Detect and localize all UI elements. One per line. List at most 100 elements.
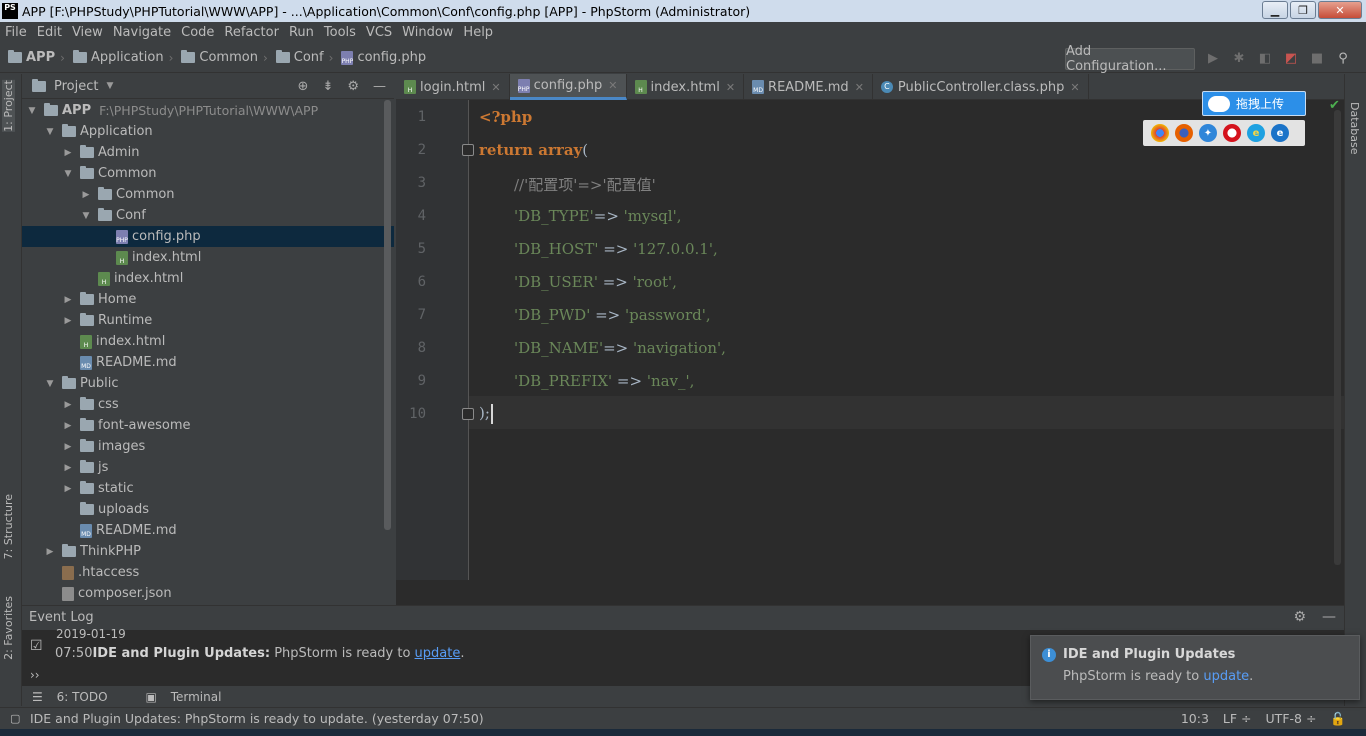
file-encoding[interactable]: UTF-8 ÷	[1266, 711, 1317, 727]
project-tool-tab[interactable]: 1: Project	[2, 80, 15, 132]
menu-refactor[interactable]: Refactor	[219, 25, 284, 40]
fold-marker-icon[interactable]	[462, 144, 474, 156]
chrome-icon[interactable]	[1151, 124, 1169, 142]
add-configuration-button[interactable]: Add Configuration...	[1065, 44, 1195, 74]
close-tab-icon[interactable]: ✕	[1070, 81, 1079, 94]
terminal-tab[interactable]: ▣ Terminal	[146, 690, 236, 704]
more-icon[interactable]: ››	[30, 668, 40, 682]
close-tab-icon[interactable]: ✕	[726, 81, 735, 94]
toggle-tool-windows-icon[interactable]: ▢	[10, 712, 20, 725]
tree-item-conf[interactable]: ▼ Conf	[22, 205, 394, 226]
close-tab-icon[interactable]: ✕	[855, 81, 864, 94]
gear-icon[interactable]: ⚙	[347, 79, 359, 94]
run-icon[interactable]: ▶	[1205, 50, 1221, 66]
mark-read-icon[interactable]: ☑	[30, 638, 43, 654]
tab-index-html[interactable]: Hindex.html ✕	[627, 74, 745, 100]
tree-item-home[interactable]: ▶ Home	[22, 289, 394, 310]
minimize-button[interactable]: ▁	[1262, 1, 1288, 19]
close-button[interactable]: ✕	[1318, 1, 1362, 19]
project-scrollbar[interactable]	[384, 100, 391, 530]
tree-item-common-index-html[interactable]: Hindex.html	[22, 268, 394, 289]
tree-item-css[interactable]: ▶ css	[22, 394, 394, 415]
tree-item-runtime[interactable]: ▶ Runtime	[22, 310, 394, 331]
menu-file[interactable]: File	[0, 25, 32, 40]
menu-edit[interactable]: Edit	[32, 25, 67, 40]
favorites-tool-tab[interactable]: 2: Favorites	[2, 596, 15, 660]
notification-balloon[interactable]: i IDE and Plugin Updates PhpStorm is rea…	[1030, 635, 1360, 700]
menu-tools[interactable]: Tools	[319, 25, 361, 40]
debug-icon[interactable]: ✱	[1231, 50, 1247, 66]
tree-item-application-readme[interactable]: MD README.md	[22, 352, 394, 373]
breadcrumb-common[interactable]: Common ›	[181, 50, 268, 65]
folder-icon	[80, 145, 94, 158]
tree-item-js[interactable]: ▶ js	[22, 457, 394, 478]
line-number: 2	[417, 142, 426, 158]
tree-item-public-readme[interactable]: MD README.md	[22, 520, 394, 541]
menu-help[interactable]: Help	[458, 25, 498, 40]
tree-item-common-sub[interactable]: ▶ Common	[22, 184, 394, 205]
breadcrumb-app[interactable]: APP ›	[8, 50, 65, 65]
menu-vcs[interactable]: VCS	[361, 25, 397, 40]
coverage-icon[interactable]: ◧	[1257, 50, 1273, 66]
gear-icon[interactable]: ⚙	[1293, 609, 1306, 625]
tree-item-font-awesome[interactable]: ▶ font-awesome	[22, 415, 394, 436]
update-link[interactable]: update	[1203, 669, 1249, 684]
tree-item-public[interactable]: ▼ Public	[22, 373, 394, 394]
stop-icon[interactable]: ■	[1309, 50, 1325, 66]
structure-tool-tab[interactable]: 7: Structure	[2, 494, 15, 559]
code-editor[interactable]: 1 2 3 4 5 6 7 8 9 10 <?php return array(…	[396, 100, 1344, 605]
search-everywhere-icon[interactable]: ⚲	[1335, 50, 1351, 66]
tree-item-common[interactable]: ▼ Common	[22, 163, 394, 184]
tree-item-images[interactable]: ▶ images	[22, 436, 394, 457]
menu-window[interactable]: Window	[397, 25, 458, 40]
php-file-icon: PHP	[517, 78, 530, 93]
tab-publiccontroller[interactable]: C PublicController.class.php ✕	[873, 74, 1089, 100]
breadcrumb-application[interactable]: Application ›	[72, 50, 173, 65]
tree-item-uploads[interactable]: uploads	[22, 499, 394, 520]
tree-item-htaccess[interactable]: .htaccess	[22, 562, 394, 583]
tree-item-app[interactable]: ▼ APP F:\PHPStudy\PHPTutorial\WWW\APP	[22, 100, 394, 121]
edge-icon[interactable]: e	[1271, 124, 1289, 142]
menu-view[interactable]: View	[67, 25, 108, 40]
tree-item-application[interactable]: ▼ Application	[22, 121, 394, 142]
breadcrumb-conf[interactable]: Conf ›	[275, 50, 333, 65]
ie-icon[interactable]: e	[1247, 124, 1265, 142]
todo-tab[interactable]: ☰ 6: TODO	[32, 690, 122, 704]
tree-item-composer-json[interactable]: composer.json	[22, 583, 394, 604]
tree-item-application-index-html[interactable]: Hindex.html	[22, 331, 394, 352]
folder-icon	[181, 50, 196, 63]
tree-item-static[interactable]: ▶ static	[22, 478, 394, 499]
breadcrumb-config-php[interactable]: PHP config.php	[341, 50, 426, 65]
menu-code[interactable]: Code	[176, 25, 219, 40]
fold-marker-icon[interactable]	[462, 408, 474, 420]
line-separator[interactable]: LF ÷	[1223, 711, 1252, 727]
opera-icon[interactable]	[1223, 124, 1241, 142]
tab-login-html[interactable]: Hlogin.html ✕	[396, 74, 510, 100]
firefox-icon[interactable]	[1175, 124, 1193, 142]
chevron-down-icon[interactable]: ▼	[106, 81, 113, 91]
maximize-button[interactable]: ❐	[1290, 1, 1316, 19]
hide-icon[interactable]: —	[1322, 609, 1336, 625]
editor-scrollbar[interactable]	[1334, 110, 1341, 565]
tree-item-conf-index-html[interactable]: Hindex.html	[22, 247, 394, 268]
safari-icon[interactable]: ✦	[1199, 124, 1217, 142]
hide-icon[interactable]: —	[373, 79, 386, 94]
caret-position[interactable]: 10:3	[1181, 711, 1209, 727]
collapse-all-icon[interactable]: ⇟	[322, 79, 333, 94]
tree-item-admin[interactable]: ▶ Admin	[22, 142, 394, 163]
menu-run[interactable]: Run	[284, 25, 319, 40]
tab-readme-md[interactable]: MD README.md ✕	[744, 74, 873, 100]
project-view-selector[interactable]: Project	[54, 79, 98, 94]
update-link[interactable]: update	[415, 646, 461, 661]
tree-item-config-php[interactable]: PHP config.php	[22, 226, 394, 247]
lock-icon[interactable]: 🔓	[1330, 711, 1346, 727]
profiler-icon[interactable]: ◩	[1283, 50, 1299, 66]
close-tab-icon[interactable]: ✕	[491, 81, 500, 94]
locate-icon[interactable]: ⊕	[298, 79, 309, 94]
tab-config-php[interactable]: PHP config.php ✕	[509, 74, 627, 100]
database-tool-tab[interactable]: Database	[1348, 102, 1361, 155]
close-tab-icon[interactable]: ✕	[608, 79, 617, 92]
drag-upload-button[interactable]: 拖拽上传	[1202, 91, 1306, 116]
menu-navigate[interactable]: Navigate	[108, 25, 176, 40]
tree-item-thinkphp[interactable]: ▶ ThinkPHP	[22, 541, 394, 562]
